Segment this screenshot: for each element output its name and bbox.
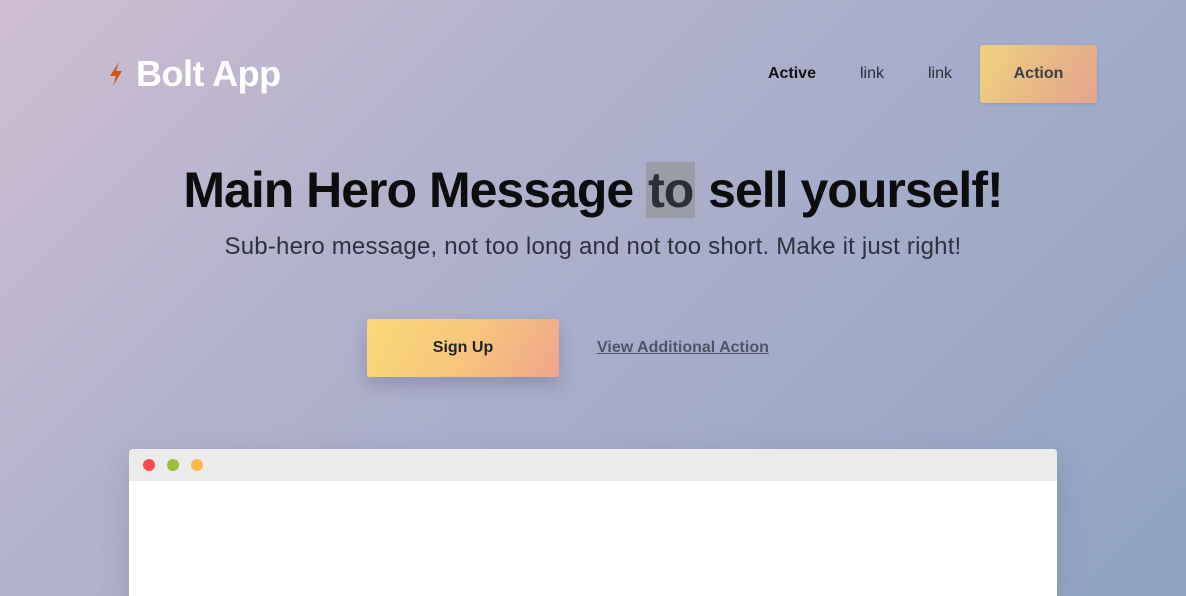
minimize-dot-icon (167, 459, 179, 471)
bolt-icon (106, 60, 126, 88)
top-navigation: Bolt App Active link link Action (0, 0, 1186, 150)
maximize-dot-icon (191, 459, 203, 471)
hero-title: Main Hero Message to sell yourself! (0, 160, 1186, 220)
nav-links: Active link link Action (746, 45, 1097, 103)
nav-link-2[interactable]: link (906, 45, 974, 103)
hero: Main Hero Message to sell yourself! Sub-… (0, 160, 1186, 262)
nav-link-active[interactable]: Active (746, 45, 838, 103)
cta-group: Sign Up View Additional Action (367, 319, 769, 377)
hero-title-end: sell yourself! (695, 162, 1003, 218)
hero-title-highlight: to (646, 162, 696, 218)
close-dot-icon (143, 459, 155, 471)
brand-name: Bolt App (136, 53, 281, 94)
browser-mockup (129, 449, 1057, 596)
view-additional-action-link[interactable]: View Additional Action (597, 339, 769, 357)
hero-subtitle: Sub-hero message, not too long and not t… (224, 233, 962, 260)
brand[interactable]: Bolt App (106, 54, 281, 94)
browser-title-bar (129, 449, 1057, 481)
nav-action-button[interactable]: Action (980, 45, 1097, 103)
nav-link-1[interactable]: link (838, 45, 906, 103)
sign-up-button[interactable]: Sign Up (367, 319, 559, 377)
hero-title-start: Main Hero Message (183, 162, 647, 218)
